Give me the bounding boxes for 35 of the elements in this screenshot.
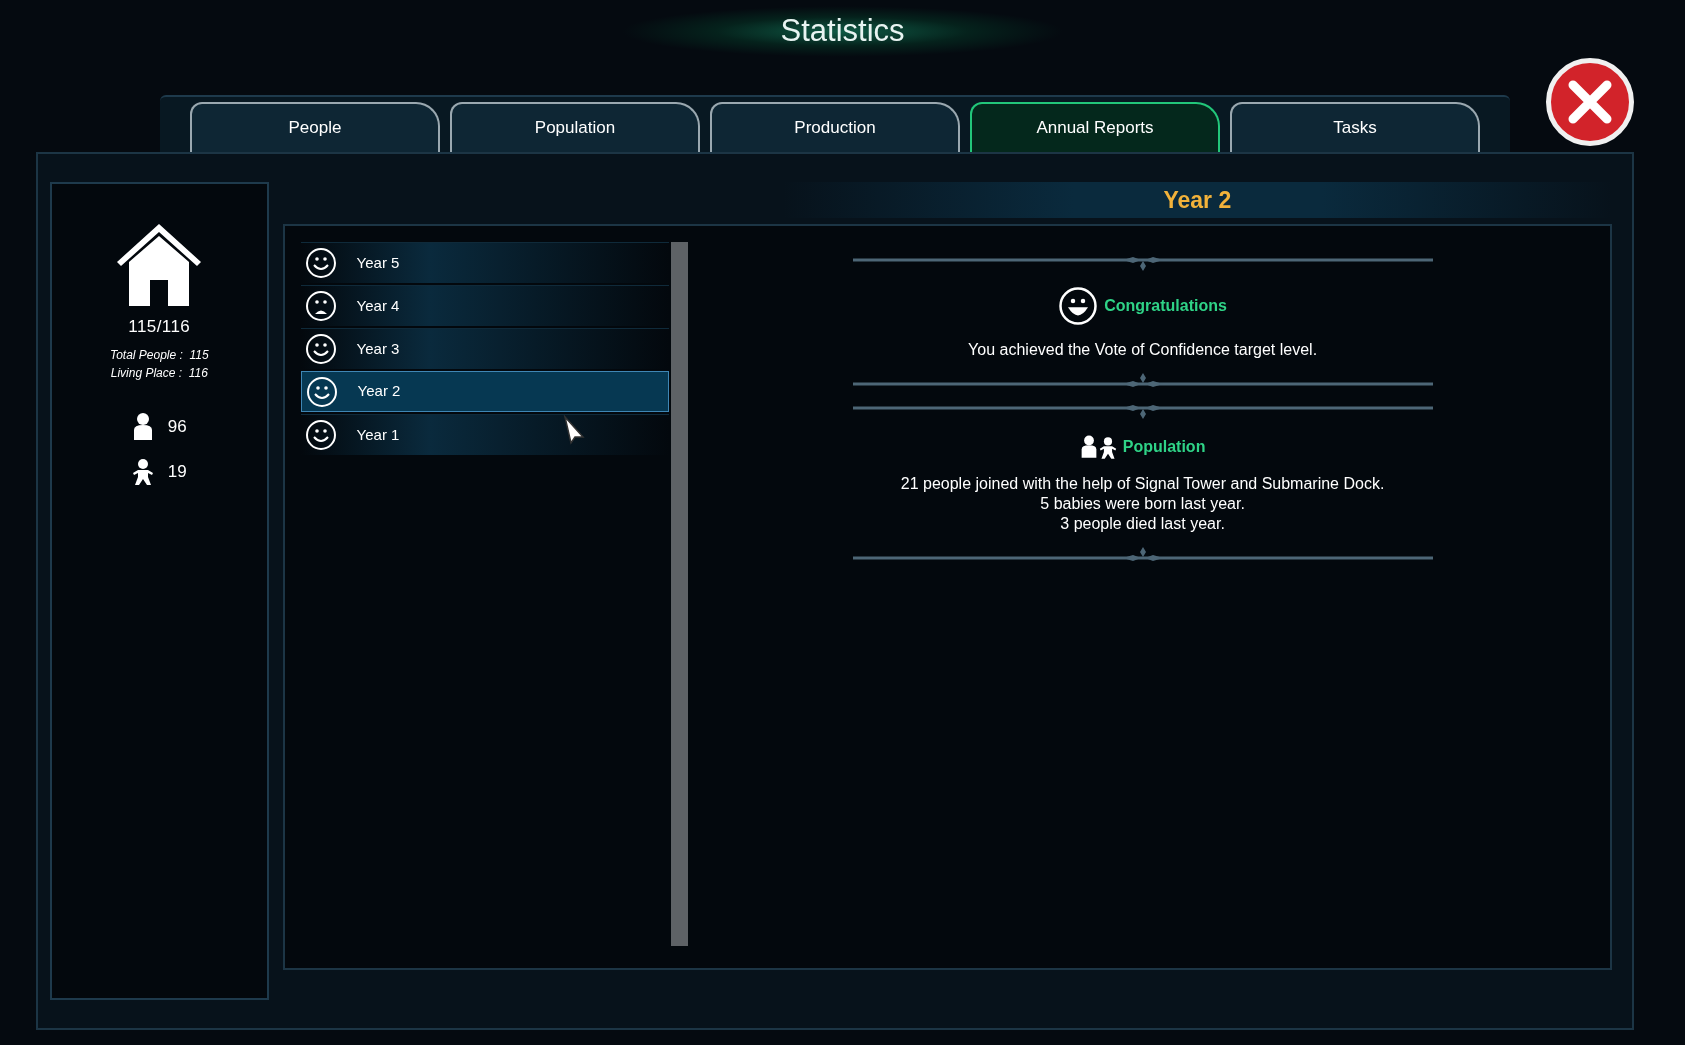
adult-count: 96: [167, 415, 187, 438]
report-text: 3 people died last year.: [1060, 514, 1225, 534]
report-text: You achieved the Vote of Confidence target level.: [968, 340, 1318, 360]
year-list-item[interactable]: Year 4: [300, 285, 669, 326]
child-count: 19: [167, 460, 187, 483]
section-heading: Population: [1122, 437, 1206, 457]
report-text: 5 babies were born last year.: [1040, 494, 1245, 514]
smiley-face-icon: [304, 419, 337, 451]
year-list-item[interactable]: Year 2: [300, 371, 669, 412]
close-icon: [1567, 79, 1613, 125]
smiley-face-icon: [304, 247, 337, 279]
adult-icon: [131, 411, 154, 442]
year-list-item[interactable]: Year 5: [300, 242, 669, 283]
tab[interactable]: Production: [710, 102, 960, 152]
child-icon: [1098, 436, 1117, 460]
tab[interactable]: Annual Reports: [970, 102, 1220, 152]
section-heading: Congratulations: [1104, 296, 1227, 316]
total-people-label: Total People : 115: [109, 346, 209, 364]
capacity-count: 115/116: [128, 316, 191, 338]
grinning-face-icon: [1058, 286, 1099, 326]
living-place-label: Living Place : 116: [110, 364, 208, 382]
child-icon: [131, 457, 154, 486]
smiley-face-icon: [305, 375, 338, 408]
scrollbar-track[interactable]: [670, 242, 688, 946]
mouse-pointer-icon: [562, 415, 585, 445]
tab[interactable]: People: [190, 102, 440, 152]
report-text: 21 people joined with the help of Signal Tower and Submarine Dock.: [900, 474, 1385, 494]
report-year-title: Year 2: [1163, 186, 1232, 215]
adult-icon: [1079, 434, 1098, 460]
sad-face-icon: [304, 290, 337, 322]
year-list-item[interactable]: Year 3: [300, 328, 669, 369]
tab[interactable]: Tasks: [1230, 102, 1480, 152]
year-list-item[interactable]: Year 1: [300, 414, 669, 455]
smiley-face-icon: [304, 333, 337, 365]
tab[interactable]: Population: [450, 102, 700, 152]
